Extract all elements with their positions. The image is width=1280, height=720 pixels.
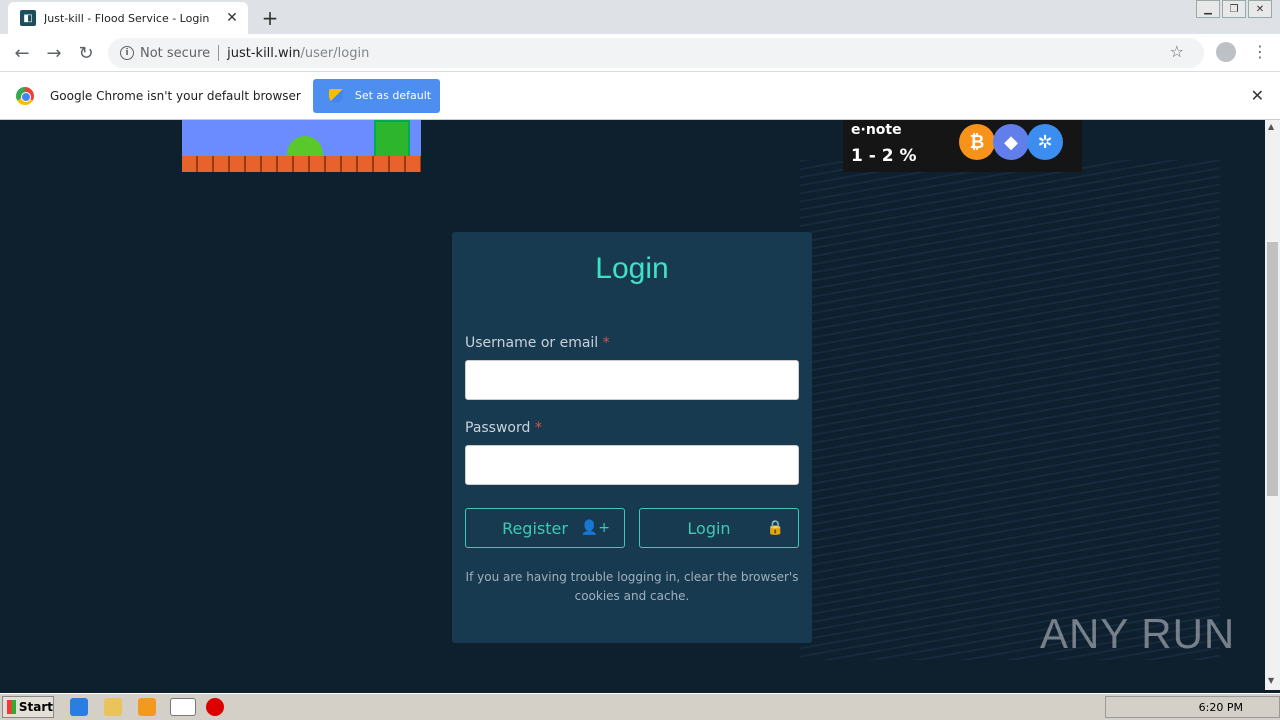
login-card: Login Username or email * Password * Reg… [452, 232, 812, 643]
username-label: Username or email * [465, 335, 610, 351]
lock-icon: 🔒 [766, 520, 784, 536]
ad-brand: e·note [851, 122, 902, 138]
background-text-texture [800, 160, 1220, 660]
profile-avatar-icon[interactable] [1216, 42, 1236, 62]
required-marker: * [602, 335, 610, 351]
login-help-text: If you are having trouble logging in, cl… [465, 570, 799, 603]
register-button[interactable]: Register 👤+ [465, 508, 625, 548]
user-plus-icon: 👤+ [580, 520, 610, 536]
chrome-taskbar-icon[interactable] [170, 698, 196, 716]
folder-icon[interactable] [104, 698, 122, 716]
stop-icon[interactable] [206, 698, 224, 716]
browser-tab[interactable]: ◧ Just-kill - Flood Service - Login ✕ [8, 2, 248, 34]
infobar-close-icon[interactable]: ✕ [1251, 86, 1264, 105]
page-content: e·note 1 - 2 % ₿ ◆ ✲ Login Username or e… [0, 120, 1265, 690]
ad-percent: 1 - 2 % [851, 146, 917, 166]
minimize-icon[interactable]: ▁ [1196, 0, 1220, 18]
pipe-graphic [374, 120, 410, 158]
new-tab-button[interactable]: + [258, 6, 282, 30]
anyrun-watermark: ANY RUN [1040, 610, 1236, 657]
required-marker: * [534, 420, 542, 436]
restore-icon[interactable]: ❐ [1222, 0, 1246, 18]
divider [218, 45, 220, 61]
ethereum-icon: ◆ [993, 124, 1029, 160]
back-arrow-icon[interactable]: ← [10, 41, 34, 65]
start-button[interactable]: Start [2, 696, 54, 718]
password-label: Password * [465, 420, 542, 436]
more-menu-icon[interactable]: ⋮ [1252, 42, 1268, 61]
tab-title: Just-kill - Flood Service - Login [44, 11, 210, 25]
infobar-message: Google Chrome isn't your default browser [50, 88, 301, 103]
default-browser-infobar: Google Chrome isn't your default browser… [0, 72, 1280, 120]
site-favicon-icon: ◧ [20, 10, 36, 26]
scroll-down-icon[interactable]: ▼ [1268, 676, 1274, 685]
scroll-up-icon[interactable]: ▲ [1268, 122, 1274, 131]
hill-graphic [287, 136, 323, 158]
set-as-default-button[interactable]: Set as default [312, 78, 440, 113]
chrome-logo-icon [16, 86, 34, 105]
windows-taskbar: Start 6:20 PM [0, 693, 1280, 720]
window-controls: ▁ ❐ ✕ [1194, 0, 1272, 18]
brick-ground-graphic [182, 156, 421, 172]
uac-shield-icon [328, 88, 343, 103]
reload-icon[interactable]: ↻ [74, 41, 98, 65]
password-input[interactable] [465, 445, 799, 485]
url-path: /user/login [300, 45, 370, 61]
login-button[interactable]: Login 🔒 [639, 508, 799, 548]
ad-banner-right[interactable]: e·note 1 - 2 % ₿ ◆ ✲ [843, 120, 1082, 172]
login-title: Login [595, 252, 669, 285]
info-icon[interactable]: i [120, 46, 134, 60]
media-player-icon[interactable] [138, 698, 156, 716]
login-label: Login [687, 518, 731, 538]
forward-arrow-icon[interactable]: → [42, 41, 66, 65]
system-tray: 6:20 PM [1105, 696, 1280, 718]
tab-close-icon[interactable]: ✕ [222, 8, 242, 28]
set-as-default-label: Set as default [354, 89, 432, 102]
ad-banner-left[interactable] [182, 120, 421, 172]
scroll-thumb[interactable] [1267, 242, 1278, 496]
browser-toolbar: ← → ↻ i Not secure just-kill.win /user/l… [0, 34, 1280, 72]
ripple-icon: ✲ [1027, 124, 1063, 160]
username-input[interactable] [465, 360, 799, 400]
username-label-text: Username or email [465, 335, 599, 351]
security-label: Not secure [140, 45, 211, 61]
bitcoin-icon: ₿ [959, 124, 995, 160]
internet-explorer-icon[interactable] [70, 698, 88, 716]
tab-strip: ◧ Just-kill - Flood Service - Login ✕ + … [0, 0, 1280, 34]
bookmark-star-icon[interactable]: ☆ [1170, 42, 1184, 61]
password-label-text: Password [465, 420, 531, 436]
address-bar[interactable]: i Not secure just-kill.win /user/login ☆ [108, 38, 1204, 68]
page-scrollbar[interactable]: ▲ ▼ [1265, 120, 1280, 690]
start-label: Start [18, 700, 53, 714]
windows-flag-icon [7, 700, 16, 714]
window-close-icon[interactable]: ✕ [1248, 0, 1272, 18]
clock[interactable]: 6:20 PM [1199, 701, 1243, 714]
url-host: just-kill.win [227, 45, 301, 61]
